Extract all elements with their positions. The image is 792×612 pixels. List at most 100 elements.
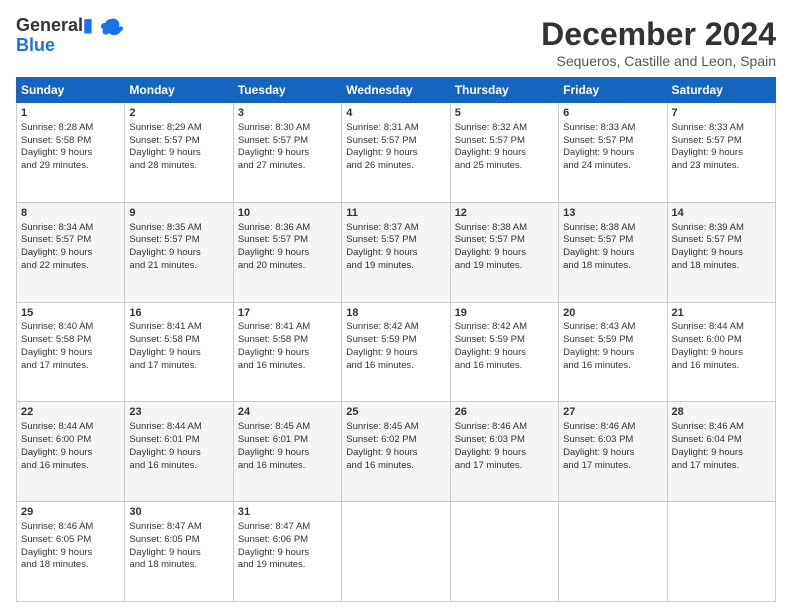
calendar-cell: 25Sunrise: 8:45 AMSunset: 6:02 PMDayligh… bbox=[342, 402, 450, 502]
day-info-line: Sunset: 5:58 PM bbox=[238, 334, 337, 347]
day-info-line: Sunset: 6:05 PM bbox=[21, 534, 120, 547]
col-header-tuesday: Tuesday bbox=[233, 78, 341, 103]
day-info-line: Sunrise: 8:43 AM bbox=[563, 321, 662, 334]
title-section: December 2024 Sequeros, Castille and Leo… bbox=[541, 16, 776, 69]
day-info-line: Sunrise: 8:44 AM bbox=[21, 421, 120, 434]
calendar-cell: 12Sunrise: 8:38 AMSunset: 5:57 PMDayligh… bbox=[450, 202, 558, 302]
day-number: 29 bbox=[21, 505, 120, 520]
day-number: 22 bbox=[21, 405, 120, 420]
day-info-line: Sunset: 6:00 PM bbox=[21, 434, 120, 447]
calendar-cell: 26Sunrise: 8:46 AMSunset: 6:03 PMDayligh… bbox=[450, 402, 558, 502]
day-info-line: Sunset: 5:57 PM bbox=[455, 234, 554, 247]
day-info-line: Daylight: 9 hours bbox=[21, 347, 120, 360]
logo-line2: Blue bbox=[16, 36, 93, 56]
day-info-line: Sunset: 5:57 PM bbox=[672, 135, 771, 148]
day-info-line: and 18 minutes. bbox=[21, 559, 120, 572]
day-info-line: and 26 minutes. bbox=[346, 160, 445, 173]
calendar-cell: 23Sunrise: 8:44 AMSunset: 6:01 PMDayligh… bbox=[125, 402, 233, 502]
day-info-line: and 16 minutes. bbox=[672, 360, 771, 373]
day-info-line: Sunset: 5:58 PM bbox=[21, 135, 120, 148]
header: General▮ Blue December 2024 Sequeros, Ca… bbox=[16, 16, 776, 69]
day-info-line: Daylight: 9 hours bbox=[563, 347, 662, 360]
day-info-line: and 16 minutes. bbox=[238, 460, 337, 473]
calendar-cell: 30Sunrise: 8:47 AMSunset: 6:05 PMDayligh… bbox=[125, 502, 233, 602]
day-info-line: Daylight: 9 hours bbox=[21, 447, 120, 460]
calendar-cell: 8Sunrise: 8:34 AMSunset: 5:57 PMDaylight… bbox=[17, 202, 125, 302]
day-number: 11 bbox=[346, 206, 445, 221]
day-info-line: Sunset: 6:01 PM bbox=[238, 434, 337, 447]
day-info-line: Sunrise: 8:46 AM bbox=[21, 521, 120, 534]
day-number: 20 bbox=[563, 306, 662, 321]
day-number: 6 bbox=[563, 106, 662, 121]
calendar-cell bbox=[450, 502, 558, 602]
day-info-line: Sunrise: 8:33 AM bbox=[672, 122, 771, 135]
day-info-line: and 16 minutes. bbox=[238, 360, 337, 373]
day-info-line: Daylight: 9 hours bbox=[455, 247, 554, 260]
day-number: 13 bbox=[563, 206, 662, 221]
day-info-line: and 24 minutes. bbox=[563, 160, 662, 173]
day-info-line: and 19 minutes. bbox=[455, 260, 554, 273]
col-header-sunday: Sunday bbox=[17, 78, 125, 103]
calendar-cell bbox=[559, 502, 667, 602]
calendar-week-5: 29Sunrise: 8:46 AMSunset: 6:05 PM Dayligh… bbox=[17, 502, 776, 602]
day-info-line: Sunset: 5:57 PM bbox=[238, 135, 337, 148]
day-info-line: Sunset: 6:06 PM bbox=[238, 534, 337, 547]
day-info-line: Sunset: 5:59 PM bbox=[346, 334, 445, 347]
calendar-table: SundayMondayTuesdayWednesdayThursdayFrid… bbox=[16, 77, 776, 602]
day-info-line: and 17 minutes. bbox=[455, 460, 554, 473]
day-info-line: Sunset: 5:57 PM bbox=[563, 234, 662, 247]
day-info-line: Sunrise: 8:38 AM bbox=[563, 222, 662, 235]
day-number: 26 bbox=[455, 405, 554, 420]
day-info-line: Sunset: 6:02 PM bbox=[346, 434, 445, 447]
day-info-line: Sunset: 5:57 PM bbox=[129, 234, 228, 247]
day-info-line: Sunrise: 8:47 AM bbox=[129, 521, 228, 534]
day-number: 19 bbox=[455, 306, 554, 321]
day-info-line: Sunrise: 8:32 AM bbox=[455, 122, 554, 135]
subtitle: Sequeros, Castille and Leon, Spain bbox=[541, 53, 776, 69]
day-info-line: and 29 minutes. bbox=[21, 160, 120, 173]
day-info-line: and 25 minutes. bbox=[455, 160, 554, 173]
day-info-line: Daylight: 9 hours bbox=[238, 547, 337, 560]
calendar-cell: 13Sunrise: 8:38 AMSunset: 5:57 PMDayligh… bbox=[559, 202, 667, 302]
day-number: 5 bbox=[455, 106, 554, 121]
day-info-line: Sunset: 6:00 PM bbox=[672, 334, 771, 347]
day-number: 18 bbox=[346, 306, 445, 321]
day-info-line: Daylight: 9 hours bbox=[563, 147, 662, 160]
day-info-line: Sunrise: 8:46 AM bbox=[563, 421, 662, 434]
day-info-line: and 23 minutes. bbox=[672, 160, 771, 173]
calendar-cell: 14Sunrise: 8:39 AMSunset: 5:57 PMDayligh… bbox=[667, 202, 775, 302]
day-info-line: and 17 minutes. bbox=[563, 460, 662, 473]
day-info-line: Sunset: 5:57 PM bbox=[129, 135, 228, 148]
day-info-line: Daylight: 9 hours bbox=[346, 247, 445, 260]
day-info-line: Daylight: 9 hours bbox=[129, 147, 228, 160]
day-info-line: Daylight: 9 hours bbox=[21, 247, 120, 260]
day-info-line: and 16 minutes. bbox=[129, 460, 228, 473]
day-number: 10 bbox=[238, 206, 337, 221]
day-info-line: Daylight: 9 hours bbox=[346, 447, 445, 460]
day-info-line: Sunrise: 8:47 AM bbox=[238, 521, 337, 534]
day-info-line: Daylight: 9 hours bbox=[455, 347, 554, 360]
calendar-cell: 7Sunrise: 8:33 AMSunset: 5:57 PMDaylight… bbox=[667, 103, 775, 203]
calendar-cell: 2Sunrise: 8:29 AMSunset: 5:57 PMDaylight… bbox=[125, 103, 233, 203]
calendar-cell: 29Sunrise: 8:46 AMSunset: 6:05 PMDayligh… bbox=[17, 502, 125, 602]
day-number: 9 bbox=[129, 206, 228, 221]
calendar-cell: 1Sunrise: 8:28 AMSunset: 5:58 PMDaylight… bbox=[17, 103, 125, 203]
day-info-line: and 16 minutes. bbox=[455, 360, 554, 373]
day-info-line: and 18 minutes. bbox=[672, 260, 771, 273]
main-title: December 2024 bbox=[541, 16, 776, 53]
day-info-line: Daylight: 9 hours bbox=[455, 147, 554, 160]
day-info-line: Sunrise: 8:46 AM bbox=[455, 421, 554, 434]
calendar-cell: 9Sunrise: 8:35 AMSunset: 5:57 PMDaylight… bbox=[125, 202, 233, 302]
calendar-week-1: 1Sunrise: 8:28 AMSunset: 5:58 PMDaylight… bbox=[17, 103, 776, 203]
day-info-line: Daylight: 9 hours bbox=[672, 347, 771, 360]
calendar-cell: 3Sunrise: 8:30 AMSunset: 5:57 PMDaylight… bbox=[233, 103, 341, 203]
calendar-cell: 28Sunrise: 8:46 AMSunset: 6:04 PMDayligh… bbox=[667, 402, 775, 502]
day-number: 24 bbox=[238, 405, 337, 420]
calendar-cell: 31Sunrise: 8:47 AMSunset: 6:06 PMDayligh… bbox=[233, 502, 341, 602]
calendar-cell bbox=[667, 502, 775, 602]
day-info-line: Sunset: 6:04 PM bbox=[672, 434, 771, 447]
day-number: 8 bbox=[21, 206, 120, 221]
col-header-saturday: Saturday bbox=[667, 78, 775, 103]
day-info-line: Daylight: 9 hours bbox=[672, 247, 771, 260]
day-info-line: Daylight: 9 hours bbox=[563, 447, 662, 460]
